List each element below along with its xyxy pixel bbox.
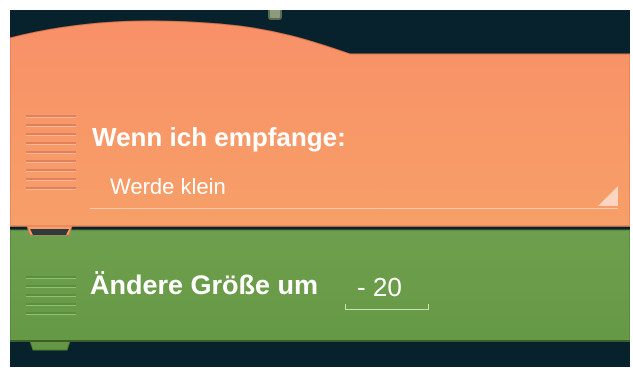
- message-dropdown-value: Werde klein: [110, 174, 226, 199]
- message-dropdown[interactable]: Werde klein: [90, 164, 618, 209]
- change-size-block-label: Ändere Größe um: [90, 270, 319, 300]
- size-change-value: - 20: [357, 272, 402, 302]
- change-size-block-drag-handle-icon[interactable]: [26, 276, 76, 321]
- script-canvas: Wenn ich empfange: Werde klein Ändere Gr…: [10, 10, 630, 367]
- dropdown-triangle-icon: [598, 186, 618, 206]
- size-change-input[interactable]: - 20: [345, 266, 429, 310]
- receive-block-drag-handle-icon[interactable]: [26, 115, 76, 196]
- size-input-underline: [345, 304, 429, 310]
- receive-block-title: Wenn ich empfange:: [92, 122, 346, 152]
